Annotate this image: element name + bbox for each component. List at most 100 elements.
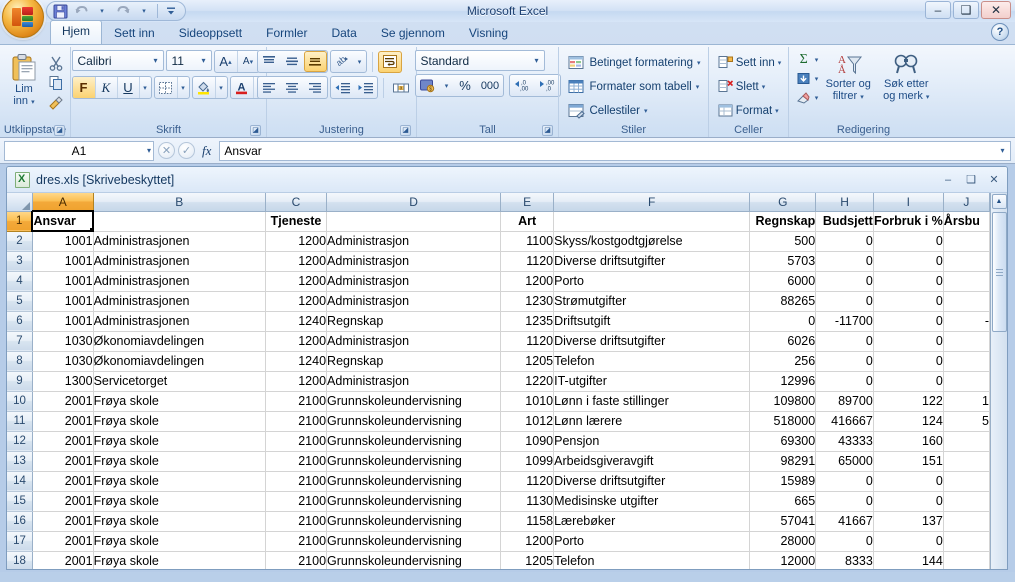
format-as-table-button[interactable]: Formater som tabell ▾ [565, 76, 700, 97]
conditional-formatting-button[interactable]: Betinget formatering ▾ [565, 52, 701, 73]
clipboard-dialog-launcher[interactable]: ◪ [54, 125, 65, 136]
cell-a14[interactable]: 2001 [32, 471, 94, 492]
shrink-font-button[interactable]: A ▾ [236, 51, 259, 72]
find-select-dropdown-icon[interactable]: ▾ [926, 94, 930, 101]
cell-c9[interactable]: 1200 [265, 371, 328, 392]
align-middle-icon[interactable] [281, 51, 304, 72]
clear-icon[interactable] [793, 89, 815, 107]
cell-h3[interactable]: 0 [815, 251, 874, 272]
cell-b13[interactable]: Frøya skole [93, 451, 266, 472]
cell-g15[interactable]: 665 [749, 491, 817, 512]
cell-i10[interactable]: 122 [873, 391, 944, 412]
cell-g6[interactable]: 0 [749, 311, 817, 332]
align-top-icon[interactable] [258, 51, 281, 72]
increase-indent-icon[interactable] [354, 77, 377, 98]
column-header-g[interactable]: G [749, 193, 817, 212]
paste-button[interactable]: Lim inn ▾ [3, 50, 45, 110]
cell-h7[interactable]: 0 [815, 331, 874, 352]
formula-input[interactable]: Ansvar [219, 140, 995, 161]
number-format-chevron-down-icon[interactable]: ▾ [531, 56, 541, 65]
column-header-e[interactable]: E [500, 193, 555, 212]
insert-function-icon[interactable]: fx [198, 143, 215, 159]
cell-j12[interactable] [943, 431, 990, 452]
cell-i9[interactable]: 0 [873, 371, 944, 392]
cell-i18[interactable]: 144 [873, 551, 944, 569]
cell-d17[interactable]: Grunnskoleundervisning [326, 531, 502, 552]
maximize-button[interactable]: ❑ [953, 1, 979, 19]
format-as-table-dropdown-icon[interactable]: ▾ [696, 83, 700, 91]
cell-j8[interactable] [943, 351, 990, 372]
cell-b2[interactable]: Administrasjonen [93, 231, 266, 252]
cell-g2[interactable]: 500 [749, 231, 817, 252]
cell-i16[interactable]: 137 [873, 511, 944, 532]
cell-j7[interactable] [943, 331, 990, 352]
cell-b16[interactable]: Frøya skole [93, 511, 266, 532]
cell-d11[interactable]: Grunnskoleundervisning [326, 411, 502, 432]
cell-f15[interactable]: Medisinske utgifter [553, 491, 751, 512]
cell-b7[interactable]: Økonomiavdelingen [93, 331, 266, 352]
wrap-text-icon[interactable] [377, 50, 402, 73]
cell-b4[interactable]: Administrasjonen [93, 271, 266, 292]
expand-formula-bar-icon[interactable]: ▾ [995, 140, 1011, 161]
cell-c5[interactable]: 1200 [265, 291, 328, 312]
cell-g18[interactable]: 12000 [749, 551, 817, 569]
cell-d5[interactable]: Administrasjon [326, 291, 502, 312]
cell-a17[interactable]: 2001 [32, 531, 94, 552]
tab-hjem[interactable]: Hjem [50, 20, 103, 44]
cell-h18[interactable]: 8333 [815, 551, 874, 569]
tab-sideoppsett[interactable]: Sideoppsett [167, 22, 254, 45]
minimize-button[interactable]: – [925, 1, 951, 19]
cell-a3[interactable]: 1001 [32, 251, 94, 272]
insert-cells-dropdown-icon[interactable]: ▾ [778, 59, 782, 67]
cell-h16[interactable]: 41667 [815, 511, 874, 532]
fill-handle[interactable] [90, 228, 92, 229]
cell-b8[interactable]: Økonomiavdelingen [93, 351, 266, 372]
row-header-1[interactable]: 1 [7, 211, 33, 232]
insert-cells-button[interactable]: Sett inn ▾ [715, 52, 783, 73]
select-all-corner[interactable] [7, 193, 33, 212]
cell-j6[interactable]: - [943, 311, 990, 332]
vertical-scrollbar[interactable]: ▲ [990, 193, 1007, 569]
cell-j4[interactable] [943, 271, 990, 292]
close-button[interactable]: ✕ [981, 1, 1011, 19]
cell-g3[interactable]: 5703 [749, 251, 817, 272]
cell-g8[interactable]: 256 [749, 351, 817, 372]
row-header-8[interactable]: 8 [7, 351, 33, 372]
borders-dropdown-icon[interactable]: ▾ [176, 77, 189, 98]
decrease-indent-icon[interactable] [331, 77, 354, 98]
cell-a13[interactable]: 2001 [32, 451, 94, 472]
cell-i8[interactable]: 0 [873, 351, 944, 372]
align-bottom-icon[interactable] [303, 51, 327, 72]
cell-g7[interactable]: 6026 [749, 331, 817, 352]
row-header-5[interactable]: 5 [7, 291, 33, 312]
row-header-4[interactable]: 4 [7, 271, 33, 292]
cell-h14[interactable]: 0 [815, 471, 874, 492]
cell-a1[interactable]: Ansvar [31, 210, 95, 232]
cell-f2[interactable]: Skyss/kostgodtgjørelse [553, 231, 751, 252]
cell-j3[interactable] [943, 251, 990, 272]
cell-e8[interactable]: 1205 [500, 351, 555, 372]
cell-b1[interactable] [93, 211, 266, 232]
cell-j15[interactable] [943, 491, 990, 512]
cell-f5[interactable]: Strømutgifter [553, 291, 751, 312]
cell-h6[interactable]: -11700 [815, 311, 874, 332]
cell-a16[interactable]: 2001 [32, 511, 94, 532]
cell-i1[interactable]: Forbruk i % [873, 211, 944, 232]
cell-d15[interactable]: Grunnskoleundervisning [326, 491, 502, 512]
cancel-formula-icon[interactable]: ✕ [158, 142, 175, 159]
cell-f11[interactable]: Lønn lærere [553, 411, 751, 432]
cell-b10[interactable]: Frøya skole [93, 391, 266, 412]
delete-cells-dropdown-icon[interactable]: ▾ [762, 83, 766, 91]
fill-dropdown-icon[interactable]: ▾ [815, 75, 819, 83]
cell-f13[interactable]: Arbeidsgiveravgift [553, 451, 751, 472]
cell-d18[interactable]: Grunnskoleundervisning [326, 551, 502, 569]
cell-j2[interactable] [943, 231, 990, 252]
cell-e5[interactable]: 1230 [500, 291, 555, 312]
row-header-9[interactable]: 9 [7, 371, 33, 392]
tab-data[interactable]: Data [319, 22, 368, 45]
cell-h13[interactable]: 65000 [815, 451, 874, 472]
cell-j5[interactable] [943, 291, 990, 312]
tab-formler[interactable]: Formler [254, 22, 319, 45]
column-header-c[interactable]: C [265, 193, 328, 212]
cell-h17[interactable]: 0 [815, 531, 874, 552]
